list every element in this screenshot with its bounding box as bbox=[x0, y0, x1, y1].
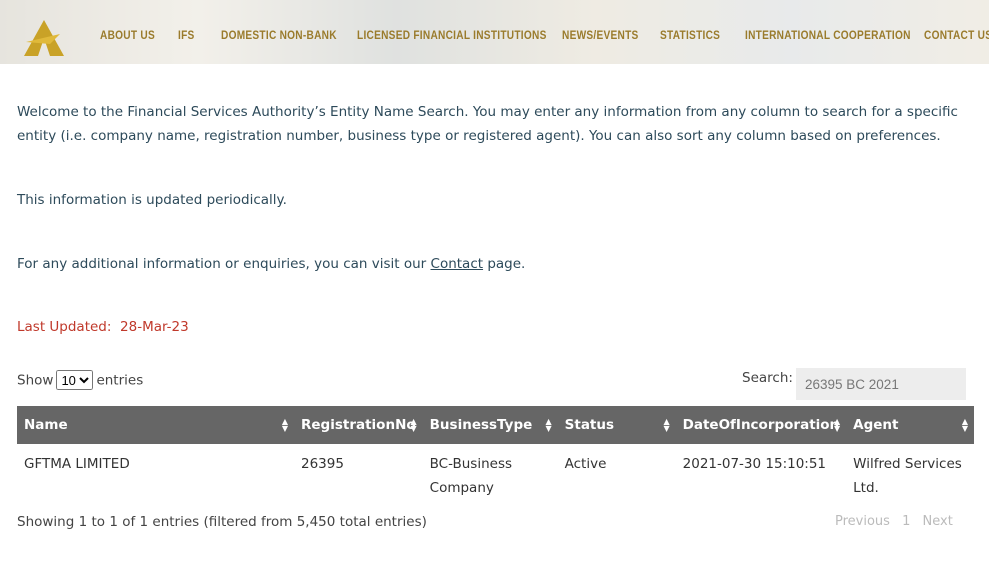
nav-statistics[interactable]: STATISTICS bbox=[660, 30, 720, 42]
sort-icon: ▲ ▼ bbox=[663, 417, 670, 433]
nav-about-us[interactable]: ABOUT US bbox=[100, 30, 155, 42]
col-business-type[interactable]: BusinessType ▲ ▼ bbox=[422, 406, 558, 444]
col-registration[interactable]: RegistrationNo ▲ ▼ bbox=[294, 406, 423, 444]
sort-icon: ▲ ▼ bbox=[281, 417, 288, 433]
col-date-label: DateOfIncorporation bbox=[682, 417, 840, 433]
entries-length: Show 10 entries bbox=[17, 370, 143, 390]
table-row: GFTMA LIMITED 26395 BC-Business Company … bbox=[17, 444, 974, 508]
last-updated-label: Last Updated: bbox=[17, 319, 112, 335]
cell-date: 2021-07-30 15:10:51 bbox=[682, 456, 827, 472]
col-business-type-label: BusinessType bbox=[429, 417, 533, 433]
cell-business-type: BC-Business Company bbox=[429, 456, 513, 496]
col-agent-label: Agent bbox=[853, 417, 899, 433]
nav-domestic-non-bank[interactable]: DOMESTIC NON-BANK bbox=[221, 30, 337, 42]
contact-post: page. bbox=[483, 256, 526, 272]
show-label: Show bbox=[17, 372, 54, 389]
cell-registration: 26395 bbox=[301, 456, 344, 472]
entries-label: entries bbox=[96, 372, 144, 389]
sort-icon: ▲ ▼ bbox=[545, 417, 552, 433]
col-registration-label: RegistrationNo bbox=[301, 417, 416, 433]
nav-ifs[interactable]: IFS bbox=[178, 30, 195, 42]
col-name[interactable]: Name ▲ ▼ bbox=[17, 406, 294, 444]
sort-icon: ▲ ▼ bbox=[410, 417, 417, 433]
last-updated: Last Updated: 28-Mar-23 bbox=[17, 319, 189, 335]
contact-pre: For any additional information or enquir… bbox=[17, 256, 431, 272]
col-date[interactable]: DateOfIncorporation ▲ ▼ bbox=[675, 406, 847, 444]
nav-news-events[interactable]: NEWS/EVENTS bbox=[562, 30, 639, 42]
entity-table: Name ▲ ▼ RegistrationNo ▲ ▼ BusinessType ▲ ▼ S… bbox=[17, 406, 974, 508]
table-info: Showing 1 to 1 of 1 entries (filtered fr… bbox=[17, 514, 427, 530]
col-status[interactable]: Status ▲ ▼ bbox=[557, 406, 676, 444]
sort-icon: ▲ ▼ bbox=[834, 417, 841, 433]
nav-contact-us[interactable]: CONTACT US bbox=[924, 30, 989, 42]
nav-licensed-financial-institutions[interactable]: LICENSED FINANCIAL INSTITUTIONS bbox=[357, 30, 547, 42]
prev-button[interactable]: Previous bbox=[835, 514, 890, 529]
cell-status: Active bbox=[564, 456, 607, 472]
col-agent[interactable]: Agent ▲ ▼ bbox=[846, 406, 974, 444]
search-input[interactable] bbox=[796, 368, 966, 400]
col-name-label: Name bbox=[24, 417, 68, 433]
page-1-button[interactable]: 1 bbox=[902, 514, 910, 529]
next-button[interactable]: Next bbox=[923, 514, 953, 529]
last-updated-value: 28-Mar-23 bbox=[120, 319, 189, 335]
updated-note: This information is updated periodically… bbox=[17, 192, 287, 208]
table-header-row: Name ▲ ▼ RegistrationNo ▲ ▼ BusinessType ▲ ▼ S… bbox=[17, 406, 974, 444]
contact-text: For any additional information or enquir… bbox=[17, 252, 977, 276]
fsa-logo[interactable] bbox=[20, 14, 68, 58]
col-status-label: Status bbox=[564, 417, 615, 433]
welcome-text: Welcome to the Financial Services Author… bbox=[17, 104, 958, 144]
cell-agent: Wilfred Services Ltd. bbox=[853, 456, 962, 496]
entries-select[interactable]: 10 bbox=[56, 370, 94, 390]
cell-name: GFTMA LIMITED bbox=[24, 456, 130, 472]
search-area: Search: bbox=[742, 368, 966, 400]
sort-icon: ▲ ▼ bbox=[961, 417, 968, 433]
nav-international-cooperation[interactable]: INTERNATIONAL COOPERATION bbox=[745, 30, 911, 42]
pagination: Previous 1 Next bbox=[835, 514, 961, 529]
contact-link[interactable]: Contact bbox=[431, 256, 484, 272]
search-label: Search: bbox=[742, 370, 793, 386]
